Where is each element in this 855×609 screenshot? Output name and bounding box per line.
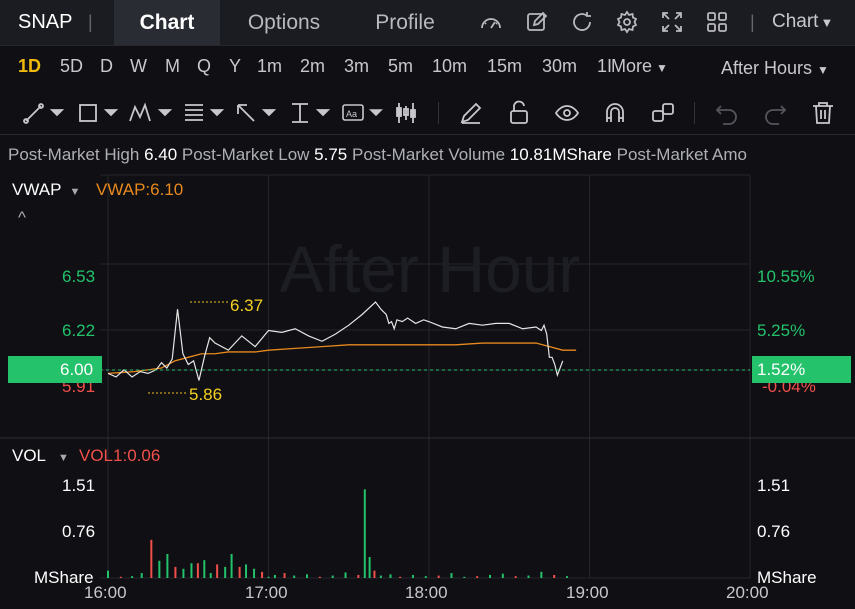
volume-bar: [527, 575, 530, 578]
volume-bar: [131, 576, 134, 578]
volume-bar: [379, 575, 382, 578]
volume-bar: [158, 560, 161, 578]
volume-bar: [424, 576, 427, 578]
volume-bar: [203, 560, 206, 578]
pct-tick-mid: 5.25%: [757, 321, 806, 340]
volume-bar: [283, 573, 286, 578]
volume-bar: [566, 576, 569, 578]
volume-bar: [450, 573, 453, 578]
time-label: 17:00: [245, 583, 288, 602]
price-tick-mid: 6.22: [62, 321, 96, 340]
volume-bar: [437, 575, 440, 578]
volume-bar: [261, 571, 264, 578]
volume-bar: [209, 573, 212, 578]
volume-bar: [399, 576, 402, 578]
volume-bar: [174, 566, 177, 578]
volume-bar: [553, 574, 556, 578]
time-label: 16:00: [84, 583, 127, 602]
caret-down-icon: ▼: [58, 452, 69, 464]
vwap-line: [107, 342, 577, 375]
vwap-value: VWAP:6.10: [96, 180, 184, 199]
pct-tick-high: 10.55%: [757, 267, 815, 286]
volume-bar: [373, 570, 376, 578]
volume-bar: [389, 574, 392, 578]
price-tick-high: 6.53: [62, 267, 96, 286]
price-chart[interactable]: After Hour 6.37 5.86: [0, 0, 855, 609]
volume-bar: [267, 576, 270, 578]
volume-bar: [230, 553, 233, 578]
volume-bar: [182, 568, 185, 578]
volume-bar: [245, 564, 248, 578]
volume-bar: [273, 574, 276, 578]
time-label: 20:00: [726, 583, 769, 602]
watermark: After Hour: [280, 232, 581, 306]
low-annotation: 5.86: [189, 385, 222, 404]
volume-bar: [501, 573, 504, 578]
indicator-name: VOL: [12, 446, 47, 465]
caret-down-icon: ▼: [69, 186, 81, 198]
volume-bar: [293, 575, 296, 578]
collapse-icon[interactable]: ^: [18, 208, 26, 228]
time-label: 18:00: [405, 583, 448, 602]
volume-bar: [357, 574, 360, 578]
volume-bar: [253, 568, 256, 578]
volume-bar: [306, 574, 309, 578]
vol-tick-mid: 0.76: [62, 522, 96, 541]
volume-bar: [363, 489, 366, 578]
volume-bar: [331, 575, 334, 578]
vol-tick-mid-right: 0.76: [757, 522, 791, 541]
current-pct: 1.52%: [757, 360, 806, 379]
volume-bar: [216, 564, 219, 578]
volume-bar: [190, 563, 193, 578]
volume-bar: [224, 566, 227, 578]
indicator-name: VWAP: [12, 180, 62, 199]
volume-bars: [107, 489, 569, 578]
volume-bar: [344, 572, 347, 578]
time-label: 19:00: [566, 583, 609, 602]
vol-tick-high-right: 1.51: [757, 476, 791, 495]
volume-bar: [119, 576, 122, 578]
volume-bar: [463, 576, 466, 578]
volume-bar: [514, 576, 517, 578]
vol-value: VOL1:0.06: [79, 446, 161, 465]
vwap-indicator[interactable]: VWAP ▼: [12, 180, 80, 200]
volume-bar: [196, 563, 199, 578]
price-line: [107, 301, 564, 381]
volume-bar: [476, 576, 479, 578]
vol-tick-high: 1.51: [62, 476, 96, 495]
volume-bar: [488, 574, 491, 578]
volume-bar: [150, 539, 153, 578]
volume-bar: [318, 576, 321, 578]
volume-bar: [368, 557, 371, 578]
volume-bar: [540, 571, 543, 578]
volume-bar: [166, 553, 169, 578]
volume-bar: [411, 574, 414, 578]
vol-indicator[interactable]: VOL ▼: [12, 446, 69, 466]
volume-bar: [107, 570, 109, 578]
volume-bar: [238, 566, 241, 578]
volume-bar: [140, 573, 143, 578]
current-price: 6.00: [60, 360, 94, 379]
high-annotation: 6.37: [230, 296, 263, 315]
